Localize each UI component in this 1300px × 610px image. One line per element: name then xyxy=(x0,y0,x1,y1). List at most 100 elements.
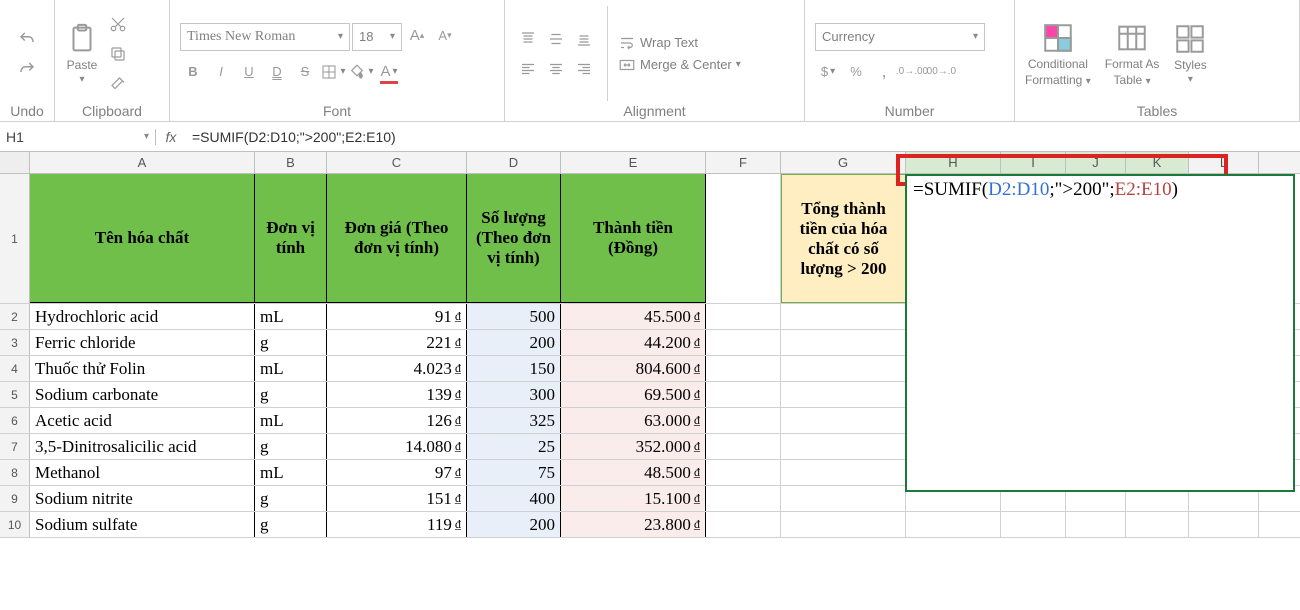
cell[interactable]: 352.000 ₫ xyxy=(561,434,706,459)
cell[interactable]: Sodium carbonate xyxy=(30,382,255,407)
increase-font-button[interactable]: A▴ xyxy=(404,23,430,49)
row-header[interactable]: 4 xyxy=(0,356,30,381)
cell[interactable]: 400 xyxy=(467,486,561,511)
cell[interactable]: 44.200 ₫ xyxy=(561,330,706,355)
col-header[interactable]: C xyxy=(327,152,467,173)
cell[interactable]: 14.080 ₫ xyxy=(327,434,467,459)
row-header[interactable]: 2 xyxy=(0,304,30,329)
cell[interactable] xyxy=(781,356,906,381)
row-header[interactable]: 6 xyxy=(0,408,30,433)
cell[interactable]: 325 xyxy=(467,408,561,433)
row-header[interactable]: 7 xyxy=(0,434,30,459)
cell[interactable]: 15.100 ₫ xyxy=(561,486,706,511)
col-header[interactable]: L xyxy=(1189,152,1259,173)
cell[interactable]: 804.600 ₫ xyxy=(561,356,706,381)
cell[interactable] xyxy=(706,486,781,511)
decrease-decimal-button[interactable]: .00→.0 xyxy=(927,59,953,85)
formula-input[interactable]: =SUMIF(D2:D10;">200";E2:E10) xyxy=(186,129,1300,145)
increase-decimal-button[interactable]: .0→.00 xyxy=(899,59,925,85)
cell[interactable] xyxy=(781,408,906,433)
wrap-text-button[interactable]: Wrap Text xyxy=(618,34,698,52)
format-as-table-button[interactable]: Format As Table ▾ xyxy=(1105,21,1160,87)
align-center-button[interactable] xyxy=(543,56,569,82)
cell[interactable] xyxy=(706,408,781,433)
cell[interactable]: 150 xyxy=(467,356,561,381)
cell[interactable]: 91 ₫ xyxy=(327,304,467,329)
cell[interactable] xyxy=(706,382,781,407)
col-header[interactable]: B xyxy=(255,152,327,173)
col-header[interactable]: J xyxy=(1066,152,1126,173)
active-cell-editing[interactable]: =SUMIF(D2:D10;">200";E2:E10) xyxy=(905,174,1295,492)
fx-icon[interactable]: fx xyxy=(156,129,186,145)
font-name-select[interactable]: Times New Roman▾ xyxy=(180,23,350,51)
number-format-select[interactable]: Currency▾ xyxy=(815,23,985,51)
cell[interactable]: 63.000 ₫ xyxy=(561,408,706,433)
strikethrough-button[interactable]: S xyxy=(292,59,318,85)
cell[interactable]: g xyxy=(255,434,327,459)
cell[interactable]: 126 ₫ xyxy=(327,408,467,433)
select-all-corner[interactable] xyxy=(0,152,30,173)
cell[interactable] xyxy=(781,382,906,407)
cell[interactable]: 500 xyxy=(467,304,561,329)
double-underline-button[interactable]: D xyxy=(264,59,290,85)
cell[interactable]: mL xyxy=(255,460,327,485)
cell[interactable]: Sodium nitrite xyxy=(30,486,255,511)
row-header[interactable]: 8 xyxy=(0,460,30,485)
cell[interactable] xyxy=(1126,512,1189,537)
cell[interactable]: 25 xyxy=(467,434,561,459)
col-header[interactable]: K xyxy=(1126,152,1189,173)
conditional-formatting-button[interactable]: Conditional Formatting ▾ xyxy=(1025,21,1091,87)
merge-center-button[interactable]: Merge & Center ▾ xyxy=(618,56,741,74)
cell[interactable]: g xyxy=(255,330,327,355)
cell[interactable]: mL xyxy=(255,304,327,329)
percent-button[interactable]: % xyxy=(843,59,869,85)
redo-button[interactable] xyxy=(14,56,40,82)
align-middle-button[interactable] xyxy=(543,26,569,52)
col-header[interactable]: E xyxy=(561,152,706,173)
undo-button[interactable] xyxy=(14,26,40,52)
cell[interactable] xyxy=(781,304,906,329)
cell[interactable]: 151 ₫ xyxy=(327,486,467,511)
summary-label-cell[interactable]: Tổng thành tiền của hóa chất có số lượng… xyxy=(781,174,906,303)
bold-button[interactable]: B xyxy=(180,59,206,85)
cell[interactable]: 119 ₫ xyxy=(327,512,467,537)
underline-button[interactable]: U xyxy=(236,59,262,85)
cell[interactable] xyxy=(706,460,781,485)
col-header[interactable]: I xyxy=(1001,152,1066,173)
row-header[interactable]: 9 xyxy=(0,486,30,511)
cell[interactable]: mL xyxy=(255,408,327,433)
cell[interactable]: Thuốc thử Folin xyxy=(30,356,255,381)
align-top-button[interactable] xyxy=(515,26,541,52)
cell[interactable]: Ferric chloride xyxy=(30,330,255,355)
col-header[interactable]: H xyxy=(906,152,1001,173)
cell[interactable]: 69.500 ₫ xyxy=(561,382,706,407)
name-box[interactable]: H1▾ xyxy=(0,129,156,145)
borders-button[interactable]: ▾ xyxy=(320,59,346,85)
cell[interactable]: 4.023 ₫ xyxy=(327,356,467,381)
cell[interactable] xyxy=(906,512,1001,537)
cell[interactable]: 75 xyxy=(467,460,561,485)
cut-button[interactable] xyxy=(105,11,131,37)
cell[interactable]: 139 ₫ xyxy=(327,382,467,407)
cell-styles-button[interactable]: Styles ▾ xyxy=(1173,22,1207,85)
cell[interactable] xyxy=(781,512,906,537)
cell[interactable]: 200 xyxy=(467,512,561,537)
cell[interactable] xyxy=(781,460,906,485)
cell[interactable]: Hydrochloric acid xyxy=(30,304,255,329)
format-painter-button[interactable] xyxy=(105,71,131,97)
cell[interactable]: 300 xyxy=(467,382,561,407)
align-right-button[interactable] xyxy=(571,56,597,82)
cell[interactable]: g xyxy=(255,382,327,407)
col-header[interactable]: G xyxy=(781,152,906,173)
cell[interactable]: 45.500 ₫ xyxy=(561,304,706,329)
row-header[interactable]: 10 xyxy=(0,512,30,537)
cell[interactable]: 23.800 ₫ xyxy=(561,512,706,537)
cell[interactable]: 3,5-Dinitrosalicilic acid xyxy=(30,434,255,459)
cell[interactable] xyxy=(781,330,906,355)
align-left-button[interactable] xyxy=(515,56,541,82)
row-header[interactable]: 1 xyxy=(0,174,30,303)
paste-button[interactable]: Paste ▾ xyxy=(65,22,99,85)
header-cell[interactable]: Thành tiền (Đồng) xyxy=(561,174,706,303)
font-size-select[interactable]: 18▾ xyxy=(352,23,402,51)
currency-button[interactable]: $▾ xyxy=(815,59,841,85)
